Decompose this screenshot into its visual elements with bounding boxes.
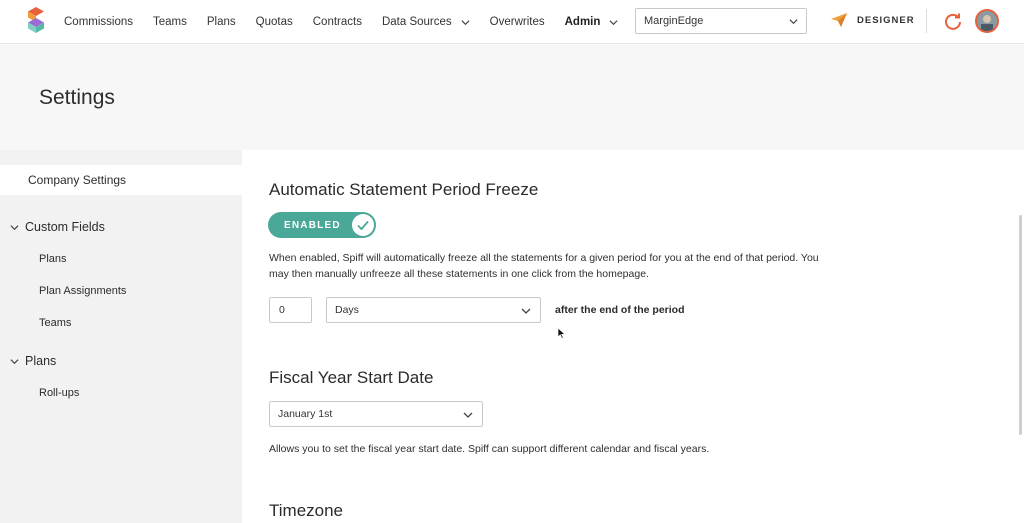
fiscal-help-text: Allows you to set the fiscal year start … xyxy=(269,443,710,455)
mouse-cursor-icon xyxy=(557,327,566,339)
freeze-help-text: When enabled, Spiff will automatically f… xyxy=(269,251,869,282)
nav-contracts[interactable]: Contracts xyxy=(303,0,372,44)
freeze-unit-value: Days xyxy=(335,304,359,316)
nav-commissions-label: Commissions xyxy=(64,16,134,28)
fiscal-section-title: Fiscal Year Start Date xyxy=(269,368,434,387)
chevron-down-icon xyxy=(10,224,19,230)
freeze-help-line-2: may then manually unfreeze all these sta… xyxy=(269,267,649,280)
nav-teams[interactable]: Teams xyxy=(143,0,197,44)
sidebar-group-plans[interactable]: Plans xyxy=(10,354,56,368)
page-title: Settings xyxy=(39,86,115,109)
designer-label: DESIGNER xyxy=(857,14,915,26)
check-icon xyxy=(357,220,369,231)
toggle-knob xyxy=(352,214,374,236)
freeze-unit-select[interactable]: Days xyxy=(326,297,541,323)
sidebar-item-roll-ups[interactable]: Roll-ups xyxy=(39,387,79,399)
nav-teams-label: Teams xyxy=(153,16,187,28)
user-avatar[interactable] xyxy=(975,9,999,33)
sidebar-item-teams[interactable]: Teams xyxy=(39,317,71,329)
sidebar-item-company-settings-label: Company Settings xyxy=(28,173,127,187)
freeze-after-text: after the end of the period xyxy=(555,304,685,316)
nav-data-sources-label: Data Sources xyxy=(381,16,452,28)
designer-button[interactable]: DESIGNER xyxy=(830,12,915,28)
refresh-icon[interactable] xyxy=(943,11,963,31)
freeze-count-input[interactable]: 0 xyxy=(269,297,312,323)
settings-sidebar xyxy=(0,150,242,523)
spiff-logo[interactable] xyxy=(26,6,46,36)
main-nav: Commissions Teams Plans Quotas Contracts… xyxy=(54,0,628,44)
paper-plane-icon xyxy=(831,13,847,27)
freeze-toggle-label: ENABLED xyxy=(284,219,341,231)
nav-divider xyxy=(926,9,927,33)
organization-select-value: MarginEdge xyxy=(644,15,704,27)
fiscal-year-start-value: January 1st xyxy=(278,408,333,420)
sidebar-group-custom-fields[interactable]: Custom Fields xyxy=(10,220,105,234)
top-navigation-bar: Commissions Teams Plans Quotas Contracts… xyxy=(0,0,1024,44)
freeze-help-line-1: When enabled, Spiff will automatically f… xyxy=(269,252,819,264)
timezone-section-title: Timezone xyxy=(269,501,344,520)
freeze-enabled-toggle[interactable]: ENABLED xyxy=(268,212,376,238)
chevron-down-icon xyxy=(789,19,798,25)
chevron-down-icon xyxy=(521,308,531,314)
nav-admin[interactable]: Admin xyxy=(555,0,629,44)
nav-overwrites[interactable]: Overwrites xyxy=(480,0,555,44)
chevron-down-icon xyxy=(609,19,618,25)
chevron-down-icon xyxy=(463,412,473,418)
user-avatar-image xyxy=(977,11,997,31)
nav-overwrites-label: Overwrites xyxy=(489,16,545,28)
nav-quotas-label: Quotas xyxy=(255,16,293,28)
sidebar-group-custom-fields-label: Custom Fields xyxy=(25,220,105,234)
freeze-section-title: Automatic Statement Period Freeze xyxy=(269,180,539,199)
chevron-down-icon xyxy=(10,358,19,364)
organization-select[interactable]: MarginEdge xyxy=(635,8,807,34)
sidebar-group-plans-label: Plans xyxy=(25,354,57,368)
nav-quotas[interactable]: Quotas xyxy=(246,0,303,44)
nav-admin-label: Admin xyxy=(564,16,601,28)
nav-commissions[interactable]: Commissions xyxy=(54,0,143,44)
nav-plans[interactable]: Plans xyxy=(197,0,246,44)
nav-plans-label: Plans xyxy=(206,16,236,28)
chevron-down-icon xyxy=(461,19,470,25)
page-scrollbar[interactable] xyxy=(1019,215,1022,435)
page-header xyxy=(0,45,1024,150)
sidebar-item-plan-assignments[interactable]: Plan Assignments xyxy=(39,285,126,297)
sidebar-item-plans[interactable]: Plans xyxy=(39,253,67,265)
fiscal-year-start-select[interactable]: January 1st xyxy=(269,401,483,427)
nav-contracts-label: Contracts xyxy=(312,16,362,28)
nav-data-sources[interactable]: Data Sources xyxy=(372,0,480,44)
freeze-count-value: 0 xyxy=(279,304,285,316)
